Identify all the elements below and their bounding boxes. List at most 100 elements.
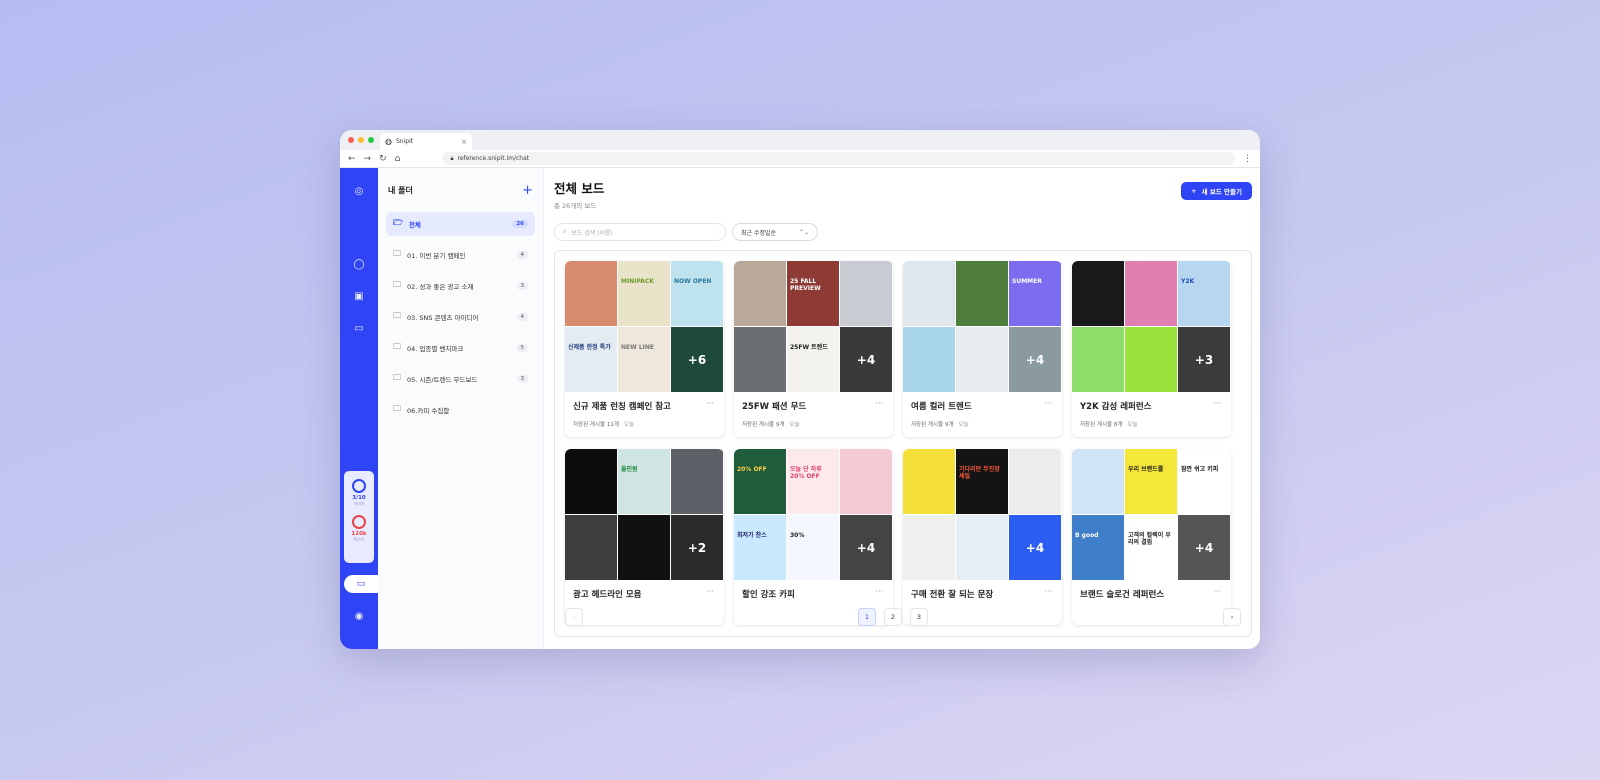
board-card[interactable]: MINIPACK NOW OPEN 신제품 한정 특가 NEW LINE +6 신규 제품… — [565, 261, 724, 437]
board-meta: 저장된 게시물 11개 오늘 — [573, 420, 716, 428]
image-icon[interactable]: ▣ — [340, 291, 378, 302]
profile-icon[interactable]: ◉ — [340, 611, 378, 622]
url-text: reference.snipit.im/chat — [457, 155, 530, 162]
board-post-count: 저장된 게시물 11개 — [573, 422, 619, 428]
page-button[interactable]: 2 — [884, 608, 902, 626]
more-options-icon[interactable]: ··· — [706, 399, 714, 408]
thumbnail-text: 최저가 찬스 — [737, 532, 767, 539]
more-count: +4 — [1025, 352, 1045, 367]
folder-count-badge: 5 — [516, 344, 528, 352]
sidebar-item[interactable]: 🗀︎ 03. SNS 콘텐츠 아이디어 4 — [386, 305, 535, 329]
more-count: +6 — [687, 352, 707, 367]
board-card[interactable]: SUMMER +4 여름 컬러 트렌드 ··· 저장된 게시물 9개 오늘 — [903, 261, 1062, 437]
board-card[interactable]: 올인원 +2 광고 헤드라인 모음 ··· — [565, 449, 724, 625]
board-thumbnails: SUMMER +4 — [903, 261, 1062, 392]
address-bar: ← → ↻ ⌂ 🔒︎ reference.snipit.im/chat ⋮ — [340, 150, 1260, 168]
more-options-icon[interactable]: ··· — [1213, 587, 1221, 596]
board-updated-date: 오늘 — [1127, 422, 1138, 428]
more-count: +4 — [856, 352, 876, 367]
sidebar-item[interactable]: 🗀︎ 06.카피 수집함 — [386, 398, 535, 422]
board-info: 신규 제품 런칭 캠페인 참고 ··· 저장된 게시물 11개 오늘 — [565, 392, 724, 428]
board-thumbnail: B good — [1072, 515, 1124, 580]
tab-title: Snipit — [395, 138, 414, 145]
new-board-button[interactable]: + 새 보드 만들기 — [1181, 182, 1252, 200]
board-card[interactable]: 우리 브랜드를 잠깐 쉬고 키피 B good 고객의 컬렉이 우리의 결핍 +4 브랜드… — [1072, 449, 1231, 625]
thumbnail-text: NOW OPEN — [674, 278, 712, 285]
image-usage-ring — [352, 479, 366, 493]
add-folder-icon[interactable]: + — [522, 183, 533, 198]
board-thumbnail — [956, 515, 1008, 580]
minimize-window-button[interactable] — [358, 137, 364, 143]
thumbnail-text: 올인원 — [621, 466, 638, 473]
browser-tab[interactable]: ◍ Snipit × — [380, 133, 472, 150]
board-thumbnail — [565, 449, 617, 514]
logo-icon[interactable]: ◎ — [340, 186, 378, 197]
board-thumbnail: 30% — [787, 515, 839, 580]
board-thumbnail — [1009, 449, 1061, 514]
more-options-icon[interactable]: ··· — [1044, 399, 1052, 408]
folder-count-badge: 3 — [516, 282, 528, 290]
folder-icon: 🗀︎ — [393, 311, 401, 320]
url-field[interactable]: 🔒︎ reference.snipit.im/chat — [442, 152, 1235, 165]
board-updated-date: 오늘 — [789, 422, 800, 428]
close-tab-icon[interactable]: × — [461, 138, 467, 146]
close-window-button[interactable] — [348, 137, 354, 143]
sidebar-item[interactable]: 🗁︎ 전체 26 — [386, 212, 535, 236]
more-thumbnails-overlay: +3 — [1178, 327, 1230, 392]
more-options-icon[interactable]: ··· — [875, 587, 883, 596]
board-thumbnail: 올인원 — [618, 449, 670, 514]
sidebar-item[interactable]: 🗀︎ 05. 시즌/트렌드 무드보드 3 — [386, 367, 535, 391]
more-count: +2 — [687, 540, 707, 555]
board-thumbnail — [956, 261, 1008, 326]
search-placeholder: 보드 검색 (이름) — [571, 229, 613, 237]
board-thumbnail — [565, 515, 617, 580]
folder-icon: 🗀︎ — [393, 280, 401, 289]
board-title: 구매 전환 잘 되는 문장 — [911, 590, 994, 600]
more-options-icon[interactable]: ··· — [1044, 587, 1052, 596]
board-title: 25FW 패션 무드 — [742, 402, 807, 412]
window-controls — [348, 137, 374, 143]
board-info: 브랜드 슬로건 레퍼런스 ··· — [1072, 580, 1231, 600]
board-info: Y2K 감성 레퍼런스 ··· 저장된 게시물 8개 오늘 — [1072, 392, 1231, 428]
board-info: 할인 강조 카피 ··· — [734, 580, 893, 600]
next-page-button[interactable]: › — [1223, 608, 1241, 626]
page-button[interactable]: 3 — [910, 608, 928, 626]
thumbnail-text: MINIPACK — [621, 278, 654, 285]
plus-icon: + — [1191, 187, 1197, 195]
board-card[interactable]: 기다리던 무진장 세일 +4 구매 전환 잘 되는 문장 ··· — [903, 449, 1062, 625]
sort-select[interactable]: 최근 수정일순 ⌃⌄ — [732, 223, 818, 241]
board-thumbnails: 우리 브랜드를 잠깐 쉬고 키피 B good 고객의 컬렉이 우리의 결핍 +4 — [1072, 449, 1231, 580]
sidebar-item[interactable]: 🗀︎ 01. 이번 분기 캠페인 4 — [386, 243, 535, 267]
zoom-window-button[interactable] — [368, 137, 374, 143]
chat-icon[interactable]: ◯ — [340, 259, 378, 270]
sidebar-item[interactable]: 🗀︎ 04. 업종별 벤치마크 5 — [386, 336, 535, 360]
toolbar: ⌕ 보드 검색 (이름) 최근 수정일순 ⌃⌄ — [554, 223, 1252, 241]
board-card[interactable]: 25 FALL PREVIEW 25FW 트렌드 +4 25FW 패션 무드 ··· 저장… — [734, 261, 893, 437]
forward-icon[interactable]: → — [364, 154, 372, 164]
board-card[interactable]: Y2K +3 Y2K 감성 레퍼런스 ··· 저장된 게시물 8개 오늘 — [1072, 261, 1231, 437]
board-title: 광고 헤드라인 모음 — [573, 590, 642, 600]
more-options-icon[interactable]: ··· — [706, 587, 714, 596]
more-options-icon[interactable]: ··· — [1213, 399, 1221, 408]
board-card[interactable]: 20% OFF 오늘 단 하루 20% OFF 최저가 찬스 30% +4 할인 강조 카… — [734, 449, 893, 625]
reload-icon[interactable]: ↻ — [379, 154, 387, 164]
main-content: 전체 보드 총 26개의 보드 + 새 보드 만들기 ⌕ 보드 검색 (이름) … — [544, 168, 1260, 649]
thumbnail-text: 25 FALL PREVIEW — [790, 278, 821, 292]
board-thumbnail — [956, 327, 1008, 392]
board-thumbnails: 20% OFF 오늘 단 하루 20% OFF 최저가 찬스 30% +4 — [734, 449, 893, 580]
image-usage-label: 이미지 — [353, 501, 365, 506]
thumbnail-text: 잠깐 쉬고 키피 — [1181, 466, 1219, 473]
folder-nav-button[interactable]: ▭ — [344, 575, 378, 593]
sidebar-item[interactable]: 🗀︎ 02. 성과 좋은 광고 소재 3 — [386, 274, 535, 298]
more-options-icon[interactable]: ··· — [875, 399, 883, 408]
board-search-input[interactable]: ⌕ 보드 검색 (이름) — [554, 223, 726, 241]
back-icon[interactable]: ← — [348, 154, 356, 164]
folder-count-badge: 4 — [516, 313, 528, 321]
cast-icon[interactable]: ▭ — [340, 323, 378, 334]
page-button[interactable]: 1 — [858, 608, 876, 626]
browser-menu-icon[interactable]: ⋮ — [1243, 154, 1252, 164]
prev-page-button[interactable]: ‹ — [565, 608, 583, 626]
board-post-count: 저장된 게시물 9개 — [742, 422, 785, 428]
more-thumbnails-overlay: +2 — [671, 515, 723, 580]
home-icon[interactable]: ⌂ — [395, 154, 401, 164]
